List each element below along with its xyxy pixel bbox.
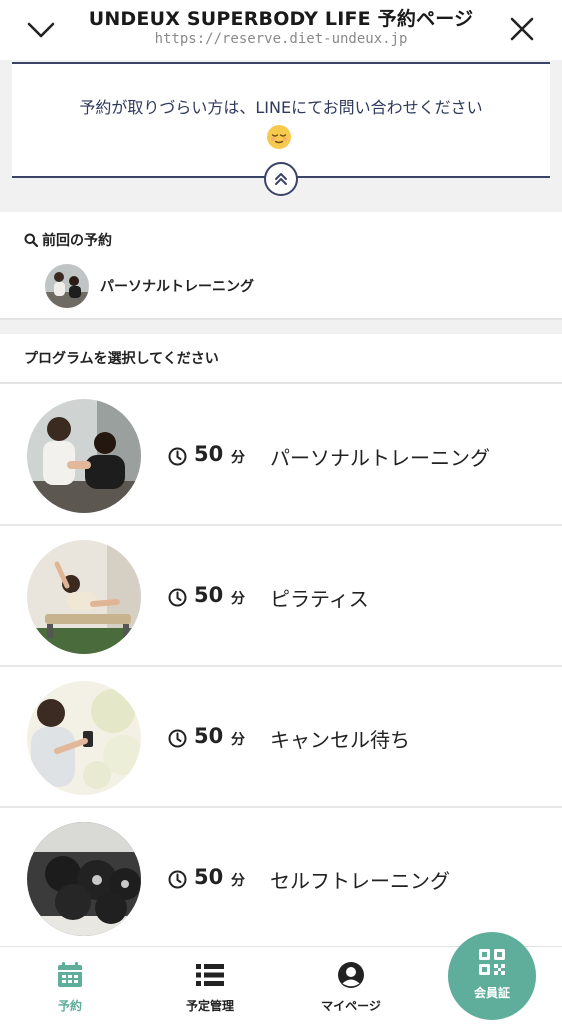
calendar-icon: [58, 962, 82, 987]
program-select-heading: プログラムを選択してください: [0, 334, 562, 384]
notice-message: 予約が取りづらい方は、LINEにてお問い合わせください: [79, 98, 483, 117]
program-name: セルフトレーニング: [270, 869, 450, 893]
section-gap: [0, 320, 562, 334]
cancel-waitlist-photo: [27, 681, 141, 795]
program-duration-unit: 分: [231, 873, 245, 889]
collapse-notice-button[interactable]: [264, 162, 298, 196]
program-duration: 50: [194, 583, 224, 607]
member-card-button[interactable]: 会員証: [448, 932, 536, 1020]
notice-banner: 予約が取りづらい方は、LINEにてお問い合わせください: [12, 62, 550, 178]
program-name: ピラティス: [270, 587, 369, 611]
qr-code-icon: [479, 949, 505, 975]
chevron-down-icon[interactable]: [26, 14, 56, 44]
search-icon: [24, 233, 39, 248]
program-duration-unit: 分: [231, 450, 245, 466]
program-duration: 50: [194, 865, 224, 889]
nav-label: 予約: [57, 999, 82, 1013]
nav-label: マイページ: [321, 999, 381, 1013]
program-duration-unit: 分: [231, 591, 245, 607]
nav-item-schedule[interactable]: 予定管理: [155, 961, 265, 1014]
close-icon[interactable]: [508, 15, 536, 43]
pilates-photo: [27, 540, 141, 654]
program-item-pilates[interactable]: 50 分 ピラティス: [0, 527, 562, 667]
clock-icon: [168, 588, 187, 607]
clock-icon: [168, 447, 187, 466]
program-item-personal-training[interactable]: 50 分 パーソナルトレーニング: [0, 386, 562, 526]
user-circle-icon: [338, 962, 364, 988]
personal-training-photo: [27, 399, 141, 513]
program-duration-unit: 分: [231, 732, 245, 748]
program-duration: 50: [194, 724, 224, 748]
double-chevron-up-icon: [275, 173, 287, 185]
nav-item-reservation[interactable]: 予約: [15, 961, 125, 1014]
previous-program-name[interactable]: パーソナルトレーニング: [100, 276, 254, 296]
program-item-cancel-waitlist[interactable]: 50 分 キャンセル待ち: [0, 668, 562, 808]
self-training-photo: [27, 822, 141, 936]
nav-label: 予定管理: [185, 999, 234, 1013]
previous-reservation-section: 前回の予約 パーソナルトレーニング: [0, 212, 562, 320]
relieved-face-emoji: [267, 125, 291, 149]
previous-reservation-heading: 前回の予約: [24, 230, 112, 250]
page-title: UNDEUX SUPERBODY LIFE 予約ページ: [88, 8, 474, 30]
program-name: パーソナルトレーニング: [270, 446, 490, 470]
browser-header: UNDEUX SUPERBODY LIFE 予約ページ https://rese…: [0, 0, 562, 60]
nav-item-mypage[interactable]: マイページ: [296, 961, 406, 1014]
previous-program-thumbnail[interactable]: [45, 264, 89, 308]
clock-icon: [168, 729, 187, 748]
previous-reservation-label: 前回の予約: [42, 233, 112, 249]
clock-icon: [168, 870, 187, 889]
program-item-self-training[interactable]: 50 分 セルフトレーニング: [0, 809, 562, 949]
program-select-label: プログラムを選択してください: [24, 351, 219, 367]
program-duration: 50: [194, 442, 224, 466]
program-name: キャンセル待ち: [270, 728, 410, 752]
member-card-label: 会員証: [473, 986, 510, 1000]
page-url: https://reserve.diet-undeux.jp: [154, 31, 408, 47]
list-icon: [196, 964, 224, 986]
